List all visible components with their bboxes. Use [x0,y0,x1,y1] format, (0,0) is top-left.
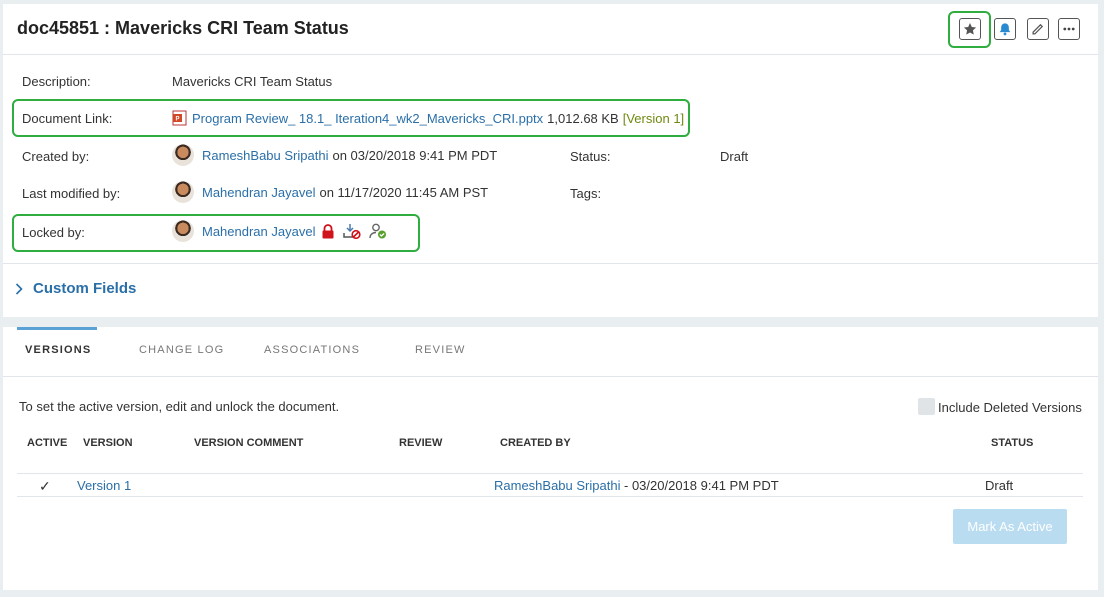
document-link-label: Document Link: [22,111,113,126]
locked-by-user-link[interactable]: Mahendran Jayavel [202,224,315,239]
column-header-status: STATUS [991,437,1034,449]
custom-fields-divider [3,263,1098,264]
version-created-date: - 03/20/2018 9:41 PM PDT [624,478,779,493]
subscribe-button[interactable] [994,18,1016,40]
favorite-button[interactable] [959,18,981,40]
tab-divider [3,376,1098,377]
version-created-by-link[interactable]: RameshBabu Sripathi [494,478,620,493]
column-header-review: REVIEW [399,437,443,449]
more-icon [1063,27,1075,31]
created-date: on 03/20/2018 9:41 PM PDT [332,147,498,163]
active-checkmark-icon: ✓ [39,478,51,494]
document-link[interactable]: Program Review_ 18.1_ Iteration4_wk2_Mav… [192,111,543,126]
user-approve-icon[interactable] [369,223,387,239]
table-row-divider [17,473,1083,474]
custom-fields-toggle[interactable]: Custom Fields [15,280,136,297]
created-by-value: RameshBabu Sripathi on 03/20/2018 9:41 P… [172,144,497,166]
status-value: Draft [720,149,749,164]
edit-button[interactable] [1027,18,1049,40]
more-actions-button[interactable] [1058,18,1080,40]
column-header-version-comment: VERSION COMMENT [194,437,304,449]
versions-instruction: To set the active version, edit and unlo… [19,399,340,414]
column-header-version: VERSION [83,437,133,449]
svg-text:P: P [175,117,179,123]
tab-versions[interactable]: VERSIONS [25,344,91,356]
column-header-active: ACTIVE [27,437,68,449]
include-deleted-label: Include Deleted Versions [938,400,1082,415]
column-header-created-by: CREATED BY [500,437,571,449]
created-by-user-link[interactable]: RameshBabu Sripathi [202,148,328,163]
table-row-divider [17,496,1083,497]
locked-by-label: Locked by: [22,225,85,240]
locked-by-value: Mahendran Jayavel [172,220,387,242]
avatar [172,220,194,242]
last-modified-value: Mahendran Jayavel on 11/17/2020 11:45 AM… [172,181,488,203]
document-details-card: doc45851 : Mavericks CRI Team Status Des… [3,4,1098,317]
version-link[interactable]: Version 1 [77,478,131,493]
tab-review[interactable]: REVIEW [415,344,466,356]
created-by-label: Created by: [22,149,90,164]
unlock-document-icon[interactable] [343,223,362,239]
active-tab-indicator [17,327,97,330]
status-label: Status: [570,149,611,164]
pptx-file-icon: P [172,110,187,126]
version-status: Draft [985,478,1014,493]
document-version-link[interactable]: [Version 1] [623,111,684,126]
pencil-icon [1032,23,1044,35]
document-size: 1,012.68 KB [547,110,619,126]
tab-associations[interactable]: ASSOCIATIONS [264,344,360,356]
star-icon [963,23,977,35]
header-divider [3,54,1098,55]
bell-icon [999,23,1011,36]
modified-by-user-link[interactable]: Mahendran Jayavel [202,185,315,200]
lock-icon [322,223,334,238]
avatar [172,144,194,166]
mark-as-active-button[interactable]: Mark As Active [953,509,1067,544]
avatar [172,181,194,203]
include-deleted-checkbox[interactable] [918,398,935,415]
tab-change-log[interactable]: CHANGE LOG [139,344,224,356]
versions-card: VERSIONS CHANGE LOG ASSOCIATIONS REVIEW … [3,327,1098,590]
last-modified-label: Last modified by: [22,186,121,201]
modified-date: on 11/17/2020 11:45 AM PST [319,184,489,200]
custom-fields-label: Custom Fields [33,280,137,297]
description-label: Description: [22,74,91,89]
document-link-value: P Program Review_ 18.1_ Iteration4_wk2_M… [172,110,684,126]
chevron-right-icon [15,282,23,295]
page-title: doc45851 : Mavericks CRI Team Status [17,18,349,38]
tags-label: Tags: [570,186,602,201]
description-value: Mavericks CRI Team Status [172,74,333,89]
